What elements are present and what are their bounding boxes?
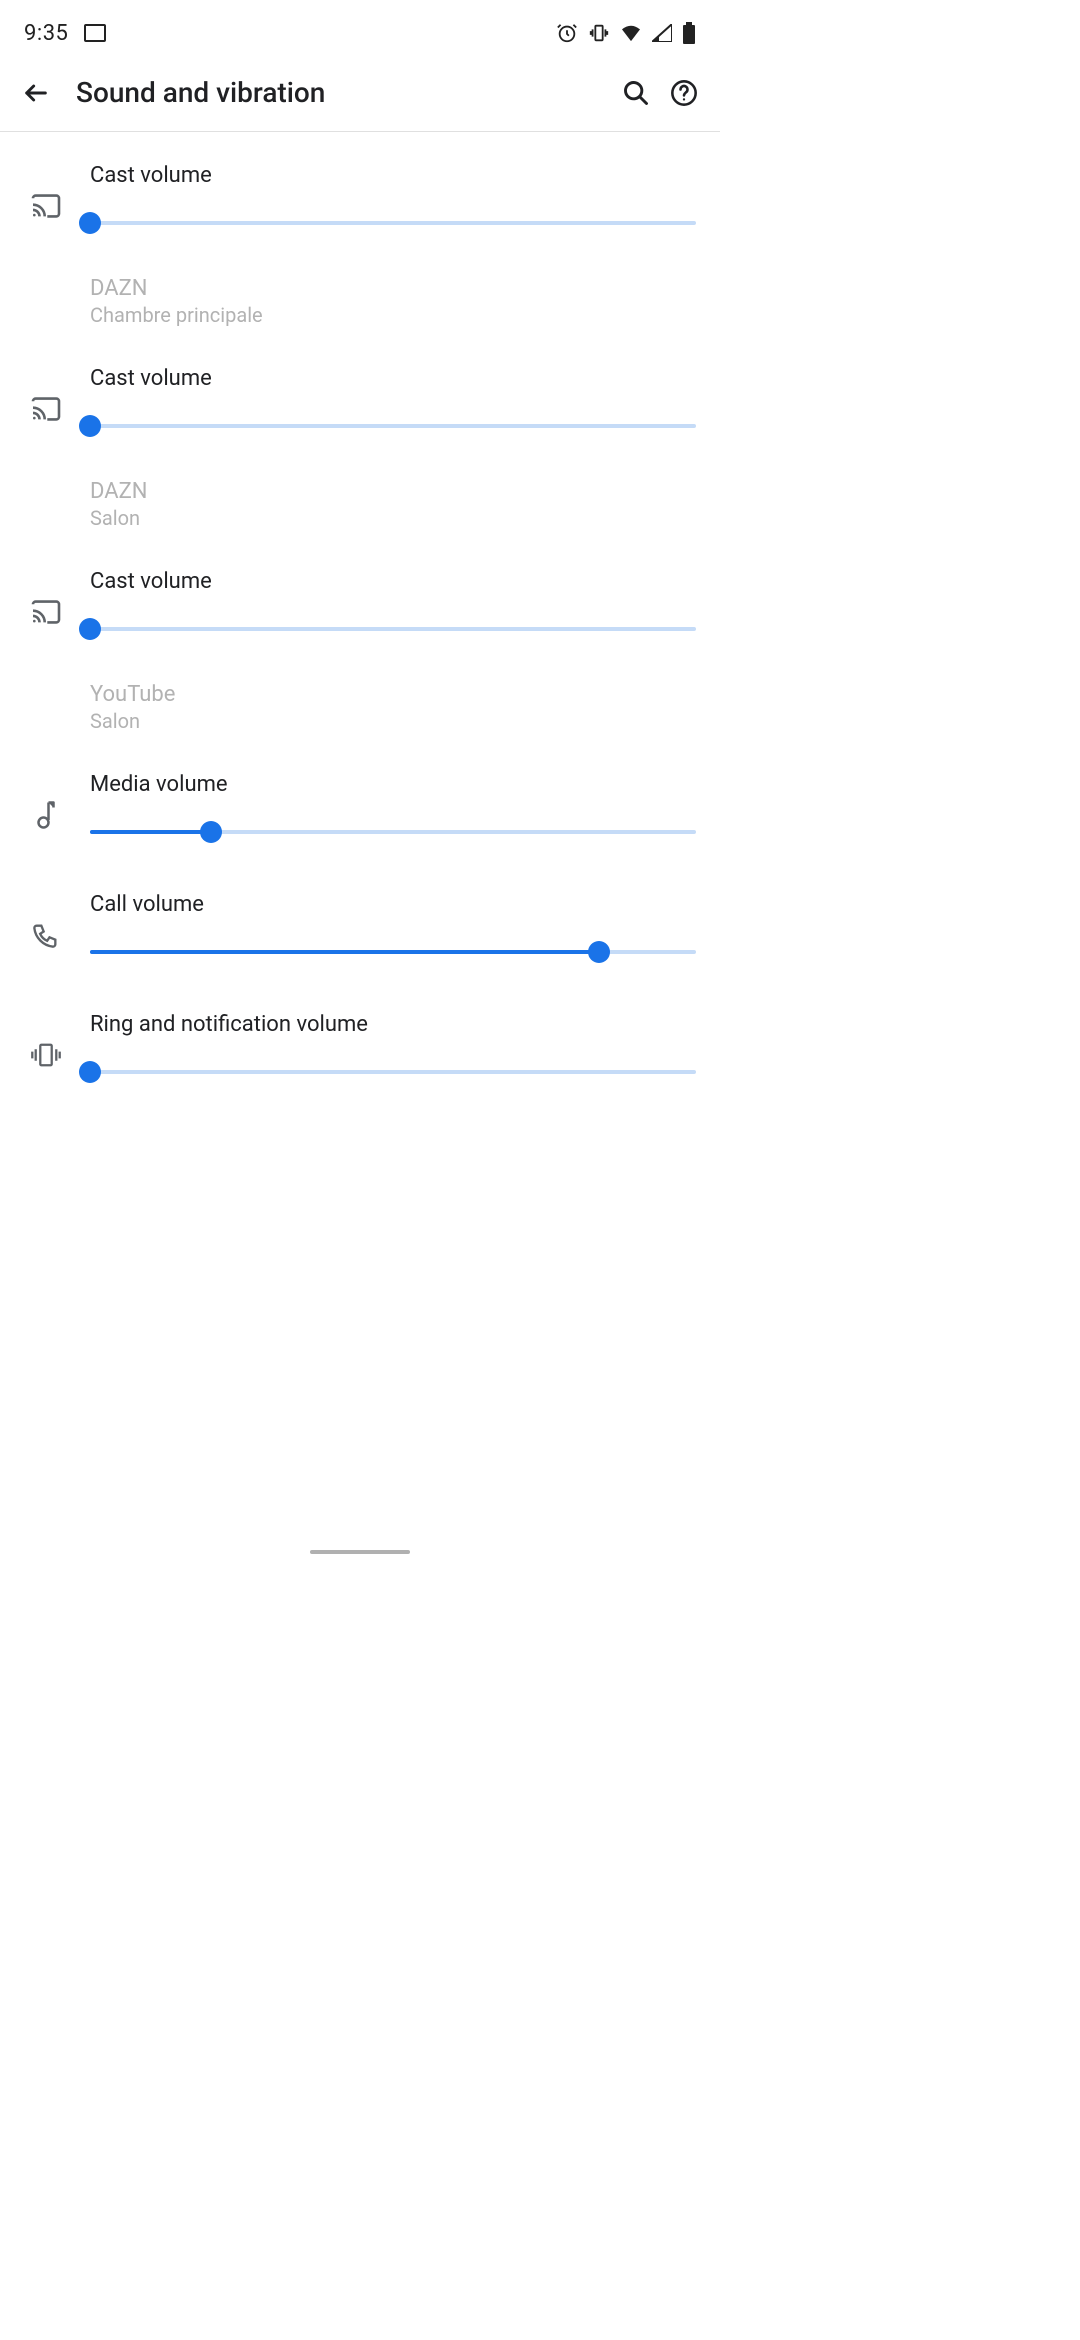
cast-icon xyxy=(12,173,80,219)
app-bar: Sound and vibration xyxy=(0,54,720,132)
search-icon xyxy=(622,79,650,107)
back-button[interactable] xyxy=(12,69,60,117)
cast-app-name: DAZN xyxy=(90,479,720,504)
nav-handle[interactable] xyxy=(310,1550,410,1554)
cast-info-2: DAZN Salon xyxy=(0,479,720,562)
phone-icon xyxy=(12,901,80,949)
slider-label: Cast volume xyxy=(90,569,696,594)
cast-icon xyxy=(12,579,80,625)
cast-icon xyxy=(12,376,80,422)
call-volume-slider[interactable] xyxy=(90,945,696,959)
slider-label: Media volume xyxy=(90,772,696,797)
call-volume-item: Call volume xyxy=(0,885,720,965)
cast-device-name: Salon xyxy=(90,506,720,530)
ring-volume-slider[interactable] xyxy=(90,1065,696,1079)
battery-status-icon xyxy=(682,22,696,44)
search-button[interactable] xyxy=(612,69,660,117)
cast-info-1: DAZN Chambre principale xyxy=(0,276,720,359)
media-volume-item: Media volume xyxy=(0,765,720,845)
cast-connected-status-icon xyxy=(82,23,108,43)
cast-volume-item-2: Cast volume xyxy=(0,359,720,439)
vibrate-status-icon xyxy=(588,22,610,44)
status-time: 9:35 xyxy=(24,21,68,46)
wifi-status-icon xyxy=(620,24,642,42)
cast-volume-item-1: Cast volume xyxy=(0,156,720,236)
cast-app-name: DAZN xyxy=(90,276,720,301)
status-left: 9:35 xyxy=(24,21,108,46)
cast-volume-item-3: Cast volume xyxy=(0,562,720,642)
cast-volume-slider-3[interactable] xyxy=(90,622,696,636)
ring-volume-item: Ring and notification volume xyxy=(0,1005,720,1085)
cast-info-3: YouTube Salon xyxy=(0,682,720,765)
arrow-left-icon xyxy=(22,79,50,107)
cellular-status-icon xyxy=(652,24,672,42)
help-button[interactable] xyxy=(660,69,708,117)
cast-volume-slider-1[interactable] xyxy=(90,216,696,230)
media-volume-slider[interactable] xyxy=(90,825,696,839)
slider-label: Call volume xyxy=(90,892,696,917)
slider-label: Cast volume xyxy=(90,366,696,391)
slider-label: Cast volume xyxy=(90,163,696,188)
slider-label: Ring and notification volume xyxy=(90,1012,696,1037)
cast-device-name: Salon xyxy=(90,709,720,733)
settings-content: Cast volume DAZN Chambre principale Cast… xyxy=(0,132,720,1125)
page-title: Sound and vibration xyxy=(76,76,612,109)
cast-device-name: Chambre principale xyxy=(90,303,720,327)
status-right xyxy=(556,22,696,44)
cast-app-name: YouTube xyxy=(90,682,720,707)
status-bar: 9:35 xyxy=(0,0,720,54)
alarm-status-icon xyxy=(556,22,578,44)
vibrate-icon xyxy=(12,1022,80,1068)
music-note-icon xyxy=(12,780,80,830)
help-icon xyxy=(670,79,698,107)
cast-volume-slider-2[interactable] xyxy=(90,419,696,433)
